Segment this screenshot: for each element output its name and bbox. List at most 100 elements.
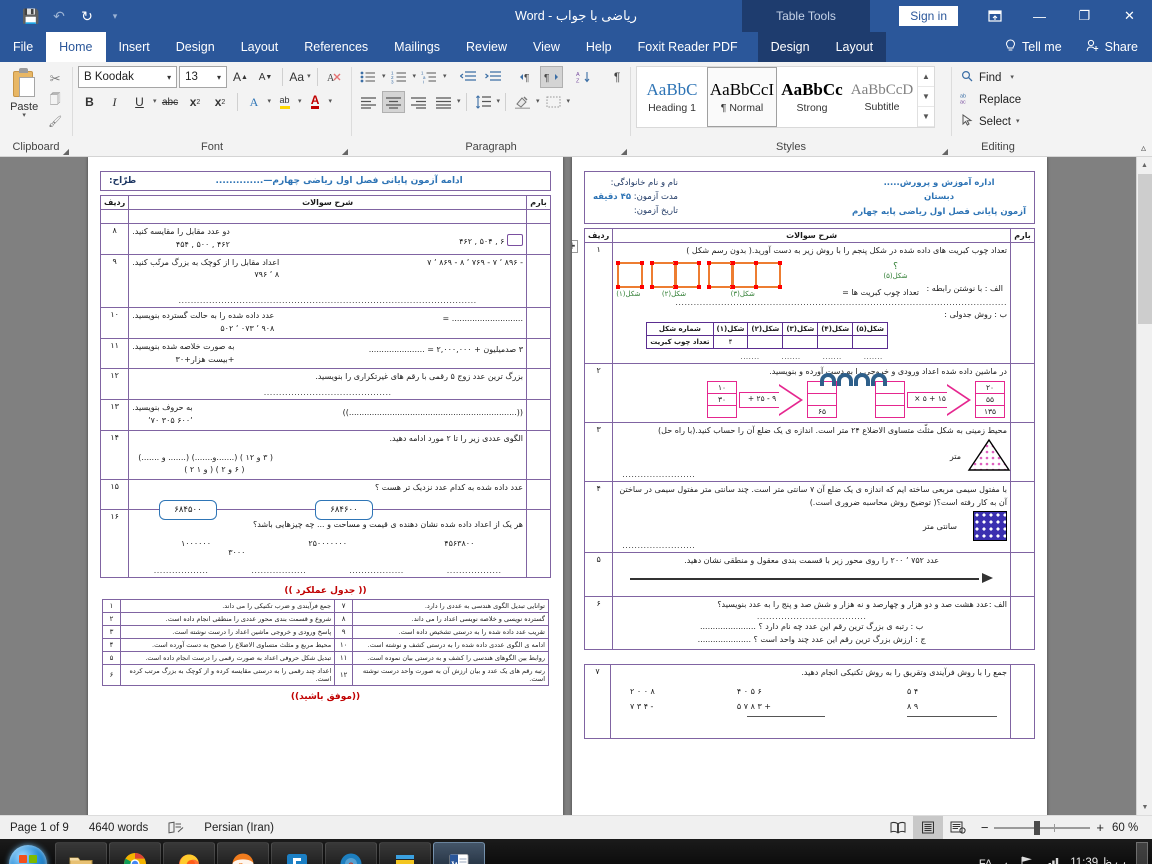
table-row[interactable]: تعداد چوب کبریت های داده شده در شکل پنجم… xyxy=(583,242,1035,365)
zoom-in-button[interactable]: + xyxy=(1096,820,1104,835)
q1-extra-blank[interactable]: ....... xyxy=(864,353,883,361)
q7-subtraction-right[interactable]: ۲ ۰ ۰ ۸ ۷ ۳ ۴ - xyxy=(630,685,655,717)
style-heading-1[interactable]: AaBbC Heading 1 xyxy=(637,67,707,127)
show-desktop-button[interactable] xyxy=(1136,842,1148,864)
tab-design[interactable]: Design xyxy=(163,32,228,62)
copy-icon[interactable]: 🗍 xyxy=(44,90,66,110)
q6-part-b[interactable]: ب : رتبه ی بزرگ ترین رقم این عدد چه نام … xyxy=(616,621,1007,634)
tab-layout[interactable]: Layout xyxy=(228,32,292,62)
underline-dropdown-caret-icon[interactable]: ▾ xyxy=(153,91,157,113)
replace-button[interactable]: ab ac Replace xyxy=(957,89,1024,110)
q7-subtraction-left[interactable]: ۵ ۴ ۸ ۹ xyxy=(907,685,997,718)
taskbar-foxit-reader[interactable] xyxy=(271,842,323,864)
superscript-button[interactable]: x2 xyxy=(209,91,232,113)
q2-mid-column-2[interactable] xyxy=(875,380,905,418)
print-layout-icon[interactable] xyxy=(912,815,943,840)
document-page-one[interactable]: اداره آموزش و پرورش..... دبستان آزمون پا… xyxy=(572,157,1047,815)
style-strong[interactable]: AaBbCc Strong xyxy=(777,67,847,127)
q1-extra-blank[interactable]: ....... xyxy=(823,353,842,361)
paste-button[interactable]: Paste ▾ xyxy=(5,66,43,119)
style-subtitle[interactable]: AaBbCcD Subtitle xyxy=(847,67,917,127)
q1-cell-fig2[interactable] xyxy=(747,335,784,350)
text-effects-caret-icon[interactable]: ▾ xyxy=(268,91,272,113)
zoom-thumb[interactable] xyxy=(1034,820,1041,835)
underline-button[interactable]: U xyxy=(128,91,151,113)
bold-button[interactable]: B xyxy=(78,91,101,113)
q7-table[interactable]: جمع را با روش فرآیندی وتقریق را به روش ت… xyxy=(584,663,1035,739)
scrollbar-thumb[interactable] xyxy=(1138,174,1152,324)
shading-icon[interactable] xyxy=(511,91,534,113)
find-button[interactable]: Find ▾ xyxy=(957,67,1024,88)
language-indicator[interactable]: Persian (Iran) xyxy=(194,822,284,834)
chevron-down-icon[interactable]: ▼ xyxy=(918,87,934,107)
line-spacing-caret-icon[interactable]: ▾ xyxy=(497,91,501,113)
paste-dropdown-caret-icon[interactable]: ▾ xyxy=(22,112,26,119)
shading-caret-icon[interactable]: ▾ xyxy=(536,91,540,113)
chevron-down-icon[interactable]: ▾ xyxy=(102,3,128,29)
styles-dialog-launcher-icon[interactable]: ◢ xyxy=(942,147,948,156)
left-to-right-text-icon[interactable]: ¶ xyxy=(515,66,538,88)
clock[interactable]: 11:39 ب.ظ xyxy=(1070,857,1126,864)
table-row[interactable]: با مفتول سیمی مربعی ساخته ایم که اندازه … xyxy=(583,480,1035,554)
q2-mid-column-1[interactable]: ۶۵ xyxy=(807,380,837,418)
highlight-button[interactable]: ab xyxy=(273,91,296,113)
tab-table-design[interactable]: Design xyxy=(757,32,823,62)
tab-view[interactable]: View xyxy=(520,32,573,62)
q7-addition-middle[interactable]: ۴ ۰ ۵ ۶ ۵ ۷ ۸ ۳ + xyxy=(737,685,825,718)
taskbar-camtasia[interactable]: 3 xyxy=(325,842,377,864)
table-row[interactable]: ۴۶۲ , ۵۰۴ , ۶ دو عدد مقابل را مقایسه کنی… xyxy=(99,223,551,255)
redo-icon[interactable]: ↻ xyxy=(74,3,100,29)
save-icon[interactable]: 💾 xyxy=(18,3,44,29)
tab-help[interactable]: Help xyxy=(573,32,625,62)
tab-table-layout[interactable]: Layout xyxy=(822,32,887,62)
web-layout-icon[interactable] xyxy=(943,816,973,840)
q5-number-line[interactable] xyxy=(630,572,993,586)
table-row[interactable]: محیط زمینی به شکل مثلّث متساوی الاضلاع ۲… xyxy=(583,421,1035,482)
zoom-track[interactable] xyxy=(994,820,1091,835)
tab-home[interactable]: Home xyxy=(46,32,106,62)
chevron-down-icon[interactable]: ▾ xyxy=(164,73,174,82)
ribbon-display-options-icon[interactable] xyxy=(972,0,1017,32)
chevron-up-icon[interactable]: ▲ xyxy=(918,67,934,87)
zoom-level-label[interactable]: 60 % xyxy=(1112,822,1152,834)
more-styles-icon[interactable]: ▼ xyxy=(918,107,934,127)
start-button[interactable] xyxy=(2,842,54,864)
q1-cell-fig4[interactable] xyxy=(817,335,854,350)
chevron-up-icon[interactable]: ▲ xyxy=(1002,860,1010,864)
q6-part-c[interactable]: ج : ارزش بزرگ ترین رقم این عدد چند واحد … xyxy=(616,634,1007,647)
clear-formatting-icon[interactable]: A xyxy=(323,66,346,88)
q12-answer-dots[interactable]: ........................................… xyxy=(132,388,523,397)
q8-answer-box[interactable] xyxy=(507,234,523,246)
q15-option-left[interactable]: ۶۸۴۵۰۰ xyxy=(159,500,217,521)
word-count[interactable]: 4640 words xyxy=(79,822,158,834)
numbering-caret-icon[interactable]: ▾ xyxy=(413,66,417,88)
table-row[interactable]: جمع را با روش فرآیندی وتقریق را به روش ت… xyxy=(584,663,1035,739)
q15-option-right[interactable]: ۶۸۴۶۰۰ xyxy=(315,500,373,521)
chevron-down-icon[interactable]: ▾ xyxy=(214,73,224,82)
tab-mailings[interactable]: Mailings xyxy=(381,32,453,62)
paragraph-dialog-launcher-icon[interactable]: ◢ xyxy=(621,147,627,156)
zoom-out-button[interactable]: − xyxy=(981,820,989,835)
q2-input-column[interactable]: ۱۰ ۳۰ xyxy=(707,380,737,418)
q10-expression[interactable]: = ............................ xyxy=(443,310,523,336)
grow-font-button[interactable]: A ▲ xyxy=(229,66,252,88)
bullets-caret-icon[interactable]: ▾ xyxy=(382,66,386,88)
table-row[interactable]: عدد ۷۵۲ ٬ ۲۰۰ را روی محور زیر با قسمت بن… xyxy=(583,552,1035,598)
clipboard-dialog-launcher-icon[interactable]: ◢ xyxy=(63,147,69,156)
table-row[interactable]: = ............................ عدد داده … xyxy=(99,307,551,339)
multilevel-caret-icon[interactable]: ▾ xyxy=(443,66,447,88)
font-dialog-launcher-icon[interactable]: ◢ xyxy=(342,147,348,156)
q1-extra-blank[interactable]: ....... xyxy=(740,353,759,361)
page-indicator[interactable]: Page 1 of 9 xyxy=(0,822,79,834)
increase-indent-icon[interactable] xyxy=(482,66,505,88)
tab-insert[interactable]: Insert xyxy=(106,32,163,62)
collapse-ribbon-icon[interactable]: ▵ xyxy=(1141,143,1146,154)
format-painter-icon[interactable]: 🖌 xyxy=(44,111,66,131)
document-canvas[interactable]: طرّاح: ادامه آزمون پایانی فصل اول ریاضی … xyxy=(0,157,1152,815)
font-size-combo[interactable]: 13 ▾ xyxy=(179,66,227,88)
tab-review[interactable]: Review xyxy=(453,32,520,62)
q3-answer-blank[interactable]: ........................ xyxy=(616,470,1007,479)
select-caret-icon[interactable]: ▾ xyxy=(1016,118,1020,125)
q1-cell-fig1[interactable]: ۴ xyxy=(712,335,749,350)
borders-caret-icon[interactable]: ▾ xyxy=(567,91,571,113)
